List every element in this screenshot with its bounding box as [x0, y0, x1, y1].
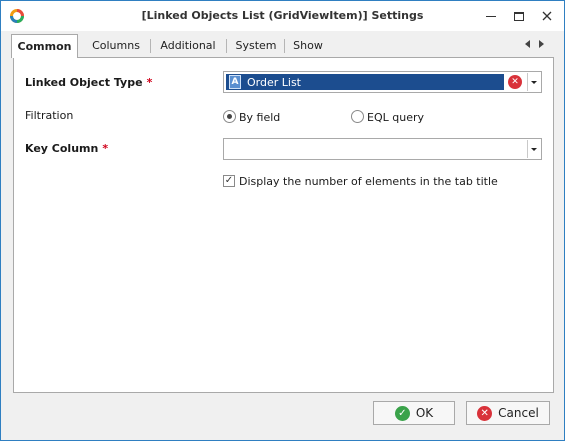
- linked-object-type-label-text: Linked Object Type: [25, 76, 143, 89]
- common-tab-panel: Linked Object Type * A Order List ✕ Filtr…: [13, 57, 554, 393]
- tab-show[interactable]: Show: [287, 34, 329, 57]
- clear-icon[interactable]: ✕: [508, 75, 522, 89]
- maximize-icon: [514, 11, 524, 21]
- tab-strip: Common Columns Additional System Show: [11, 34, 554, 58]
- title-bar[interactable]: [Linked Objects List (GridViewItem)] Set…: [1, 1, 564, 31]
- dropdown-button[interactable]: [527, 140, 540, 158]
- display-count-label[interactable]: Display the number of elements in the ta…: [239, 175, 498, 188]
- tab-separator: [150, 39, 151, 53]
- by-field-radio[interactable]: [223, 110, 236, 123]
- cancel-button-label: Cancel: [498, 406, 539, 420]
- key-column-select[interactable]: [223, 138, 542, 160]
- ok-button-label: OK: [415, 406, 434, 420]
- check-icon: ✓: [394, 405, 410, 421]
- settings-window: [Linked Objects List (GridViewItem)] Set…: [0, 0, 565, 441]
- close-icon: [542, 11, 552, 21]
- document-icon: A: [229, 75, 241, 89]
- minimize-button[interactable]: [479, 5, 503, 27]
- chevron-right-icon: [538, 40, 544, 48]
- linked-object-type-value-text: Order List: [247, 75, 301, 89]
- linked-object-type-label: Linked Object Type *: [25, 76, 152, 89]
- tab-common[interactable]: Common: [11, 34, 78, 58]
- close-button[interactable]: [535, 5, 559, 27]
- eql-query-radio[interactable]: [351, 110, 364, 123]
- chevron-left-icon: [524, 40, 530, 48]
- tab-separator: [226, 39, 227, 53]
- tab-scroll-left-button[interactable]: [521, 37, 533, 51]
- linked-object-type-select[interactable]: A Order List ✕: [223, 71, 542, 93]
- required-marker: *: [146, 76, 153, 89]
- tab-separator: [284, 39, 285, 53]
- key-column-label: Key Column *: [25, 142, 108, 155]
- display-count-checkbox[interactable]: ✓: [223, 175, 235, 187]
- tab-scroll-right-button[interactable]: [535, 37, 547, 51]
- linked-object-type-value: A Order List: [226, 74, 504, 90]
- cancel-button[interactable]: ✕ Cancel: [466, 401, 550, 425]
- by-field-radio-label[interactable]: By field: [239, 111, 280, 124]
- dropdown-button[interactable]: [527, 73, 540, 91]
- maximize-button[interactable]: [507, 5, 531, 27]
- chevron-down-icon: [531, 147, 537, 151]
- minimize-icon: [486, 15, 496, 17]
- ok-button[interactable]: ✓ OK: [373, 401, 455, 425]
- filtration-label: Filtration: [25, 109, 74, 122]
- cancel-icon: ✕: [477, 405, 493, 421]
- tab-columns[interactable]: Columns: [83, 34, 149, 57]
- tab-system[interactable]: System: [229, 34, 283, 57]
- chevron-down-icon: [531, 80, 537, 84]
- key-column-label-text: Key Column: [25, 142, 99, 155]
- tab-additional[interactable]: Additional: [153, 34, 223, 57]
- required-marker: *: [102, 142, 109, 155]
- eql-query-radio-label[interactable]: EQL query: [367, 111, 424, 124]
